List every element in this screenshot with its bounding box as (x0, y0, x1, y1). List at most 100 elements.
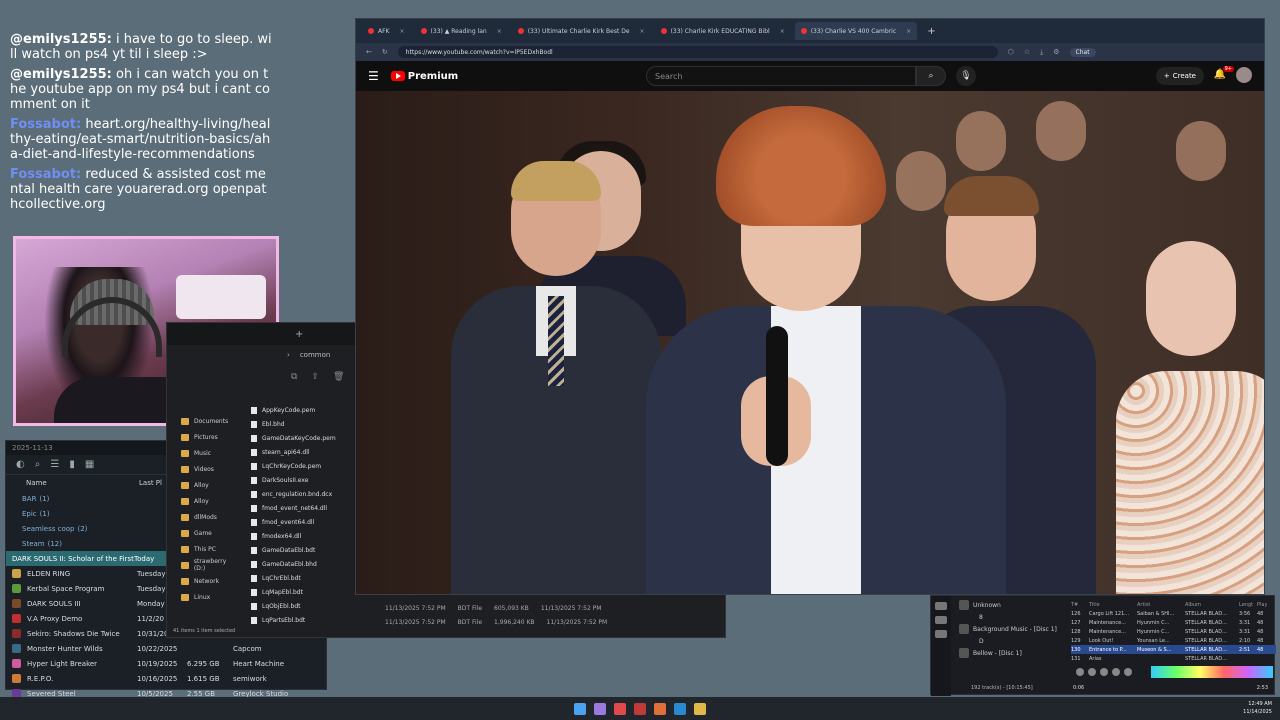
file-item[interactable]: enc_regulation.bnd.dcx (251, 487, 361, 501)
download-icon[interactable]: ⤓ (1040, 48, 1043, 57)
album-item[interactable]: Bellow - [Disc 1] (959, 646, 1069, 660)
browser-tab[interactable]: (33) Ultimate Charlie Kirk Best De × (512, 22, 651, 40)
app-icon[interactable] (654, 702, 666, 715)
track-row[interactable]: 128 Maintenance... Hyunmin C... STELLAR BLA… (1071, 627, 1276, 636)
avatar[interactable] (1236, 67, 1252, 83)
nav-item[interactable]: Documents (167, 413, 239, 429)
nav-item[interactable]: This PC (167, 541, 239, 557)
library-game-row[interactable]: Monster Hunter Wilds 10/22/2025 Capcom (6, 641, 326, 656)
detail-row[interactable]: 11/13/2025 7:52 PM BDT File 1,996,240 KB 11… (385, 615, 685, 629)
track-row[interactable]: 126 Cargo Lift 121... Saiban & SHI... STELL… (1071, 609, 1276, 618)
file-item[interactable]: steam_api64.dll (251, 445, 361, 459)
breadcrumb[interactable]: common (300, 351, 331, 359)
library-game-row[interactable]: R.E.P.O. 10/16/2025 1.615 GB semiwork (6, 671, 326, 686)
voice-search-button[interactable]: 🎙 (956, 66, 976, 86)
track-column-header[interactable]: Title (1089, 602, 1133, 608)
column-name[interactable]: Name (26, 479, 139, 487)
pause-icon[interactable] (1100, 668, 1108, 676)
nav-item[interactable]: Network (167, 573, 239, 589)
share-icon[interactable]: ⇪ (311, 372, 319, 382)
nav-item[interactable]: Alloy (167, 493, 239, 509)
stop-icon[interactable] (1112, 668, 1120, 676)
track-row[interactable]: 127 Maintenance... Hyunmin C... STELLAR BLA… (1071, 618, 1276, 627)
file-item[interactable]: LqChrKeyCode.pem (251, 459, 361, 473)
grid-icon[interactable]: ▦ (85, 459, 94, 470)
nav-item[interactable]: Music (167, 445, 239, 461)
file-item[interactable]: LqChrEbl.bdt (251, 571, 361, 585)
album-item[interactable]: Background Music - [Disc 1] (959, 622, 1069, 636)
file-item[interactable]: LqMapEbl.bdt (251, 585, 361, 599)
nav-item[interactable]: Pictures (167, 429, 239, 445)
browser-tab[interactable]: (33) ▲ Reading lan × (415, 22, 508, 40)
file-item[interactable]: AppKeyCode.pem (251, 403, 361, 417)
file-item[interactable]: fmod_event_net64.dll (251, 501, 361, 515)
create-button[interactable]: + Create (1155, 67, 1204, 85)
back-icon[interactable]: ← (366, 48, 372, 56)
extension-icon[interactable]: ⬡ (1008, 48, 1014, 57)
bookmark-icon[interactable]: ☆ (1024, 48, 1030, 57)
browser-tab[interactable]: AFK × (362, 22, 411, 40)
nav-item[interactable]: Game (167, 525, 239, 541)
browser-tab[interactable]: (33) Charlie Kirk EDUCATING Bibl × (655, 22, 791, 40)
url-bar[interactable]: https://www.youtube.com/watch?v=lP5EDxhB… (397, 46, 998, 58)
video-player[interactable] (356, 91, 1264, 594)
browser-icon[interactable] (674, 702, 686, 715)
track-column-header[interactable]: Length (1239, 602, 1253, 608)
nav-item[interactable]: strawberry (D:) (167, 557, 239, 573)
copy-icon[interactable]: ⧉ (291, 372, 297, 382)
nav-item[interactable]: dllMods (167, 509, 239, 525)
close-icon[interactable]: × (497, 28, 502, 35)
column-last-played[interactable]: Last Pl (139, 479, 162, 487)
list-icon[interactable] (935, 630, 947, 638)
pin-icon[interactable] (935, 616, 947, 624)
youtube-logo[interactable]: Premium (390, 71, 458, 82)
file-item[interactable]: GameDataKeyCode.pem (251, 431, 361, 445)
app-icon[interactable] (634, 702, 646, 715)
close-icon[interactable]: × (906, 28, 911, 35)
close-icon[interactable]: × (780, 28, 785, 35)
search-icon[interactable]: ⌕ (35, 459, 41, 470)
file-item[interactable]: fmod_event64.dll (251, 515, 361, 529)
app-icon[interactable] (614, 702, 626, 715)
track-column-header[interactable]: Artist (1137, 602, 1181, 608)
file-item[interactable]: Ebl.bhd (251, 417, 361, 431)
list-view-icon[interactable]: ☰ (50, 459, 59, 470)
track-column-header[interactable]: Album (1185, 602, 1235, 608)
library-game-row[interactable]: Hyper Light Breaker 10/19/2025 6.295 GB Hea… (6, 656, 326, 671)
prev-icon[interactable] (1076, 668, 1084, 676)
track-row[interactable]: 131 Arias STELLAR BLAD... (1071, 654, 1276, 663)
new-tab-button[interactable]: + (295, 329, 303, 340)
start-icon[interactable] (574, 702, 586, 715)
nav-item[interactable]: Videos (167, 461, 239, 477)
file-item[interactable]: GameDataEbl.bhd (251, 557, 361, 571)
album-item[interactable]: Unknown (959, 598, 1069, 612)
nav-item[interactable]: Alloy (167, 477, 239, 493)
reload-icon[interactable]: ↻ (382, 48, 388, 56)
chevron-right-icon[interactable]: › (287, 351, 290, 359)
track-column-header[interactable]: Play (1257, 602, 1267, 608)
browser-tab[interactable]: (33) Charlie VS 400 Cambric × (794, 22, 918, 40)
close-icon[interactable]: × (640, 28, 645, 35)
folder-icon[interactable] (694, 702, 706, 715)
next-icon[interactable] (1124, 668, 1132, 676)
search-button[interactable]: ⌕ (916, 66, 946, 86)
nav-item[interactable]: Linux (167, 589, 239, 605)
play-icon[interactable] (1088, 668, 1096, 676)
file-item[interactable]: LqPartsEbl.bdt (251, 613, 361, 627)
search-input[interactable]: Search (646, 66, 916, 86)
file-item[interactable]: fmodex64.dll (251, 529, 361, 543)
file-item[interactable]: DarkSoulsII.exe (251, 473, 361, 487)
close-icon[interactable]: × (400, 28, 405, 35)
track-column-header[interactable]: T# (1071, 602, 1085, 608)
filter-icon[interactable]: ▮ (69, 459, 75, 470)
delete-icon[interactable]: 🗑 (333, 372, 344, 382)
chat-button[interactable]: Chat (1069, 47, 1096, 57)
settings-icon[interactable]: ⚙ (1053, 48, 1059, 57)
app-icon[interactable] (594, 702, 606, 715)
new-tab-button[interactable]: + (927, 26, 935, 37)
detail-row[interactable]: 11/13/2025 7:52 PM BDT File 605,093 KB 11/1… (385, 601, 685, 615)
disc-icon[interactable] (935, 602, 947, 610)
file-item[interactable]: GameDataEbl.bdt (251, 543, 361, 557)
file-item[interactable]: LqObjEbl.bdt (251, 599, 361, 613)
toggle-icon[interactable]: ◐ (16, 459, 25, 470)
